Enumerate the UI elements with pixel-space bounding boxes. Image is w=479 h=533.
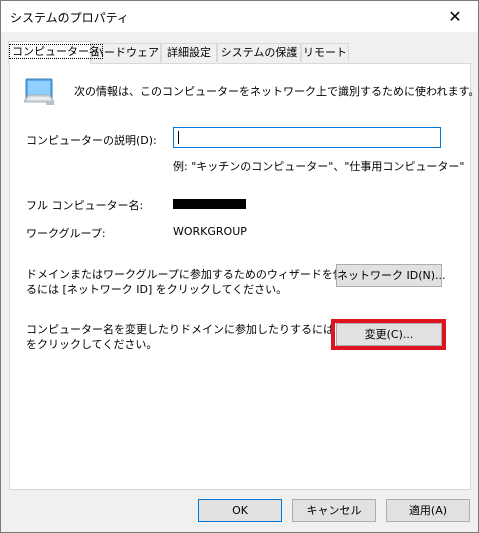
system-properties-dialog: システムのプロパティ ✕ コンピューター名 ハードウェア 詳細設定 システムの保…: [0, 0, 479, 533]
description-input[interactable]: [173, 127, 441, 148]
network-id-text-line2: るには [ネットワーク ID] をクリックしてください。: [26, 283, 288, 296]
computer-name-panel: 次の情報は、このコンピューターをネットワーク上で識別するために使われます。 コン…: [9, 63, 479, 490]
change-button-highlight: [331, 319, 446, 350]
change-text-line1: コンピューター名を変更したりドメインに参加したりするには [変更]: [26, 323, 369, 336]
description-example: 例: "キッチンのコンピューター"、"仕事用コンピューター": [173, 160, 465, 173]
title-bar: システムのプロパティ ✕: [1, 1, 478, 32]
full-name-value-redacted: [173, 199, 246, 209]
close-button[interactable]: ✕: [432, 1, 478, 32]
workgroup-label: ワークグループ:: [26, 227, 106, 240]
change-text-line2: をクリックしてください。: [26, 338, 158, 351]
computer-monitor-icon: [24, 78, 55, 105]
intro-text: 次の情報は、このコンピューターをネットワーク上で識別するために使われます。: [74, 85, 479, 98]
text-caret: [178, 131, 179, 144]
tab-system-protection[interactable]: システムの保護: [217, 43, 301, 62]
tab-advanced[interactable]: 詳細設定: [161, 43, 217, 62]
close-icon: ✕: [448, 7, 462, 26]
description-label: コンピューターの説明(D):: [26, 134, 157, 147]
window-title: システムのプロパティ: [10, 11, 129, 25]
apply-button[interactable]: 適用(A): [386, 499, 470, 522]
network-id-text-line1: ドメインまたはワークグループに参加するためのウィザードを使用す: [26, 268, 366, 281]
workgroup-value: WORKGROUP: [173, 225, 247, 238]
cancel-button[interactable]: キャンセル: [292, 499, 376, 522]
tab-computer-name[interactable]: コンピューター名: [8, 41, 103, 64]
full-name-label: フル コンピューター名:: [26, 199, 144, 212]
ok-button[interactable]: OK: [198, 499, 282, 522]
network-id-button[interactable]: ネットワーク ID(N)...: [336, 264, 446, 287]
tab-remote[interactable]: リモート: [301, 43, 349, 62]
